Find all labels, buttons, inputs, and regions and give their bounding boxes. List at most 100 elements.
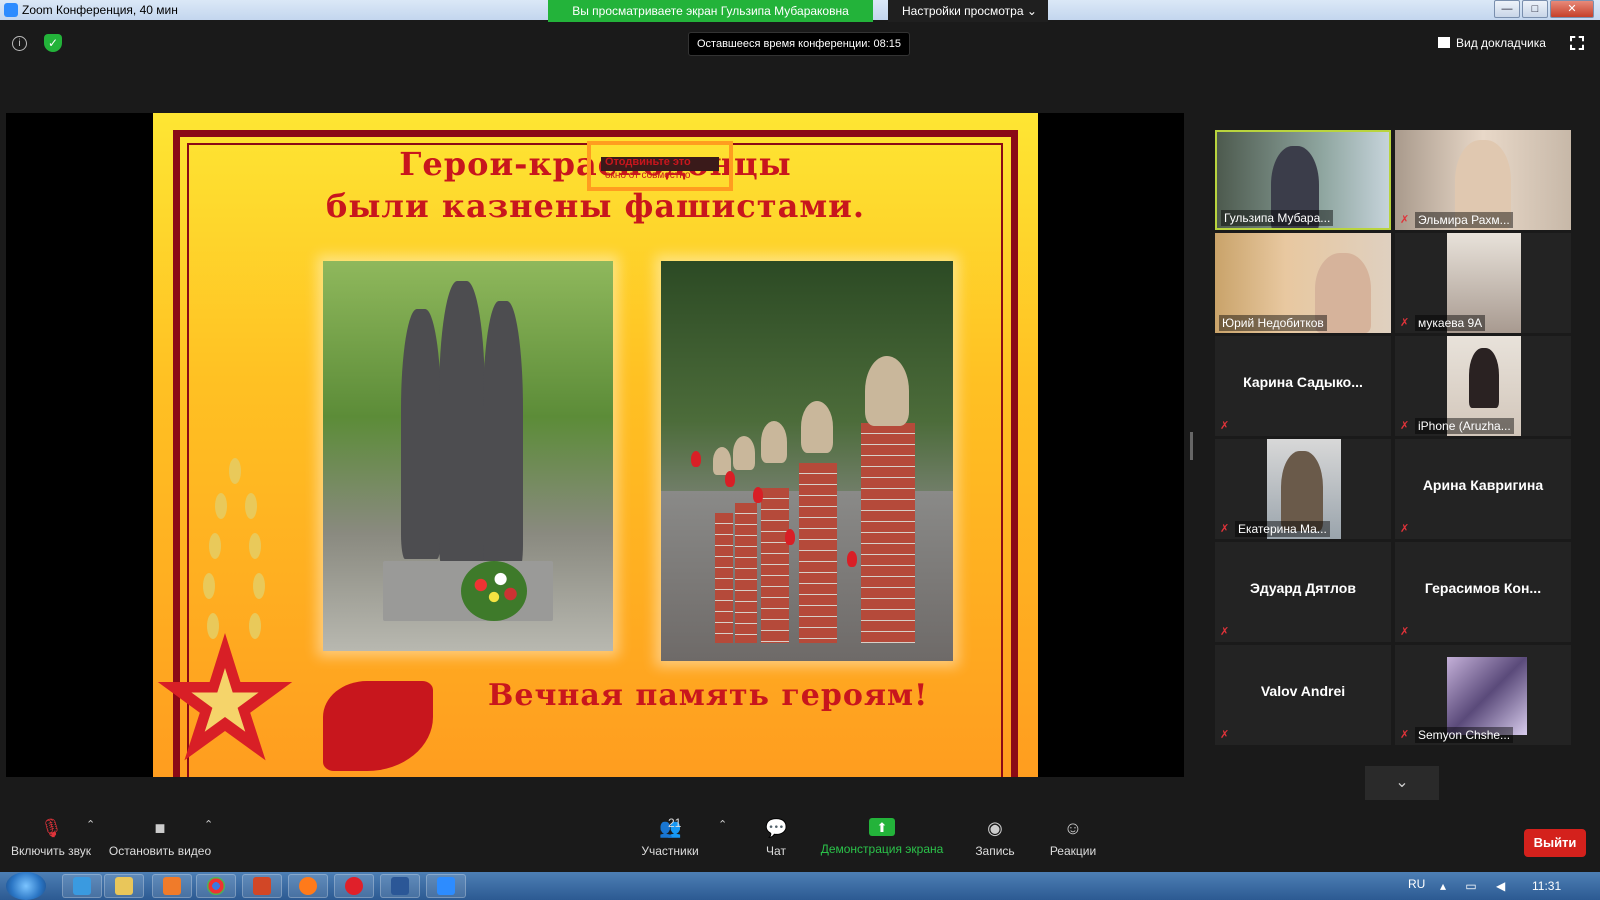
tulip: [725, 471, 735, 487]
view-settings-dropdown[interactable]: Настройки просмотра ⌄: [888, 0, 1048, 22]
zoom-icon[interactable]: [426, 874, 466, 898]
meeting-timer: Оставшееся время конференции: 08:15: [688, 32, 910, 56]
tulip: [691, 451, 701, 467]
participant-name: Гульзипа Мубара...: [1221, 210, 1334, 226]
muted-mic-icon: ✗: [1400, 729, 1410, 741]
statue-figure: [401, 309, 441, 559]
word-icon[interactable]: [380, 874, 420, 898]
overlay-text-line2: окно от совместно: [605, 170, 691, 181]
chrome-icon[interactable]: [196, 874, 236, 898]
participant-tile[interactable]: Юрий Недобитков: [1215, 233, 1391, 333]
minimize-button[interactable]: —: [1494, 0, 1520, 18]
alley-photo: [661, 261, 953, 661]
participant-tile[interactable]: ✗ Екатерина Ма...: [1215, 439, 1391, 539]
participants-caret-icon[interactable]: ⌃: [718, 818, 727, 831]
chat-button[interactable]: 💬 Чат: [760, 818, 792, 858]
shield-icon[interactable]: ✓: [44, 34, 62, 52]
leave-meeting-button[interactable]: Выйти: [1524, 829, 1586, 857]
share-screen-button[interactable]: ⬆ Демонстрация экрана: [820, 818, 944, 856]
panel-splitter-handle[interactable]: [1190, 432, 1193, 460]
ie-icon[interactable]: [62, 874, 102, 898]
window-controls: — □ ✕: [1492, 0, 1594, 20]
participant-tile[interactable]: Арина Кавригина ✗: [1395, 439, 1571, 539]
language-indicator[interactable]: RU: [1408, 877, 1425, 891]
view-settings-label: Настройки просмотра: [902, 4, 1024, 18]
speaker-view-label: Вид докладчика: [1456, 36, 1546, 50]
muted-mic-icon: ✗: [1220, 729, 1230, 741]
pedestal: [715, 513, 733, 643]
speaker-view-button[interactable]: Вид докладчика: [1438, 32, 1546, 54]
audio-options-caret-icon[interactable]: ⌃: [86, 818, 95, 831]
participant-name: iPhone (Aruzha...: [1415, 418, 1514, 434]
video-options-caret-icon[interactable]: ⌃: [204, 818, 213, 831]
bust: [865, 356, 909, 426]
participant-name-center: Valov Andrei: [1260, 683, 1346, 699]
participants-button[interactable]: 👥 21 Участники ⌃: [638, 816, 727, 858]
fullscreen-icon[interactable]: [1570, 36, 1584, 50]
reactions-button[interactable]: ☺ Реакции: [1048, 818, 1098, 858]
participant-name: Екатерина Ма...: [1235, 521, 1330, 537]
participant-name-center: Герасимов Кон...: [1424, 580, 1542, 596]
pedestal: [861, 423, 915, 643]
bust: [733, 436, 755, 470]
participant-tile[interactable]: ✗ Эльмира Рахм...: [1395, 130, 1571, 230]
pedestal: [735, 503, 757, 643]
chat-label: Чат: [766, 844, 786, 858]
share-banner: Вы просматриваете экран Гульзипа Мубарак…: [548, 0, 873, 22]
person-silhouette: [1469, 348, 1499, 408]
participant-name-center: Эдуард Дятлов: [1250, 580, 1356, 596]
flower-bouquet: [461, 561, 527, 621]
muted-mic-icon: ✗: [1400, 420, 1410, 432]
participant-name: Эльмира Рахм...: [1415, 212, 1513, 228]
tray-icons[interactable]: ▴ ▭ ◀: [1440, 879, 1513, 893]
close-button[interactable]: ✕: [1550, 0, 1594, 18]
muted-mic-icon: ✗: [1400, 523, 1410, 535]
person-silhouette: [1281, 451, 1323, 531]
muted-mic-icon: 🎙: [40, 818, 63, 838]
info-icon[interactable]: i: [12, 36, 27, 51]
participant-name: Semyon Chshe...: [1415, 727, 1514, 743]
bust: [801, 401, 833, 453]
reactions-icon: ☺: [1063, 818, 1083, 838]
wheat-ear: [245, 493, 257, 519]
statue-figure: [439, 281, 485, 571]
participant-tile[interactable]: ✗ мукаева 9А: [1395, 233, 1571, 333]
opera-icon[interactable]: [334, 874, 374, 898]
powerpoint-icon[interactable]: [242, 874, 282, 898]
participant-name: Юрий Недобитков: [1219, 315, 1327, 331]
media-icon[interactable]: [152, 874, 192, 898]
muted-mic-icon: ✗: [1400, 214, 1410, 226]
wheat-ear: [249, 533, 261, 559]
participant-tile[interactable]: ✗ iPhone (Aruzha...: [1395, 336, 1571, 436]
participant-tile[interactable]: ✗ Semyon Chshe...: [1395, 645, 1571, 745]
share-overlay-hint[interactable]: Отодвиньте это окно от совместно: [587, 141, 733, 191]
participant-tile[interactable]: Valov Andrei ✗: [1215, 645, 1391, 745]
os-taskbar: RU ▴ ▭ ◀ 11:31: [0, 872, 1600, 900]
wheat-ear: [215, 493, 227, 519]
window-title: Zoom Конференция, 40 мин: [22, 3, 178, 17]
stop-video-button[interactable]: ■ Остановить видео ⌃: [108, 818, 213, 858]
maximize-button[interactable]: □: [1522, 0, 1548, 18]
pedestal: [761, 488, 789, 643]
start-button[interactable]: [6, 872, 46, 900]
video-thumbnail: [1447, 657, 1527, 735]
stop-video-label: Остановить видео: [108, 844, 212, 858]
firefox-icon[interactable]: [288, 874, 328, 898]
zoom-app-icon: [4, 3, 18, 17]
participant-gallery: Гульзипа Мубара... ✗ Эльмира Рахм... Юри…: [1215, 130, 1585, 770]
muted-mic-icon: ✗: [1400, 317, 1410, 329]
participant-tile[interactable]: Эдуард Дятлов ✗: [1215, 542, 1391, 642]
wheat-ear: [229, 458, 241, 484]
participant-tile[interactable]: Гульзипа Мубара...: [1215, 130, 1391, 230]
record-button[interactable]: ◉ Запись: [972, 818, 1018, 858]
statue-figure: [483, 301, 523, 571]
gallery-next-page-button[interactable]: ⌄: [1365, 766, 1439, 800]
reactions-label: Реакции: [1049, 844, 1097, 858]
video-camera-icon: ■: [154, 818, 166, 838]
system-clock[interactable]: 11:31: [1532, 879, 1561, 893]
folder-icon[interactable]: [104, 874, 144, 898]
unmute-button[interactable]: 🎙 Включить звук ⌃: [10, 818, 95, 858]
participant-tile[interactable]: Карина Садыко... ✗: [1215, 336, 1391, 436]
bust: [761, 421, 787, 463]
participant-tile[interactable]: Герасимов Кон... ✗: [1395, 542, 1571, 642]
